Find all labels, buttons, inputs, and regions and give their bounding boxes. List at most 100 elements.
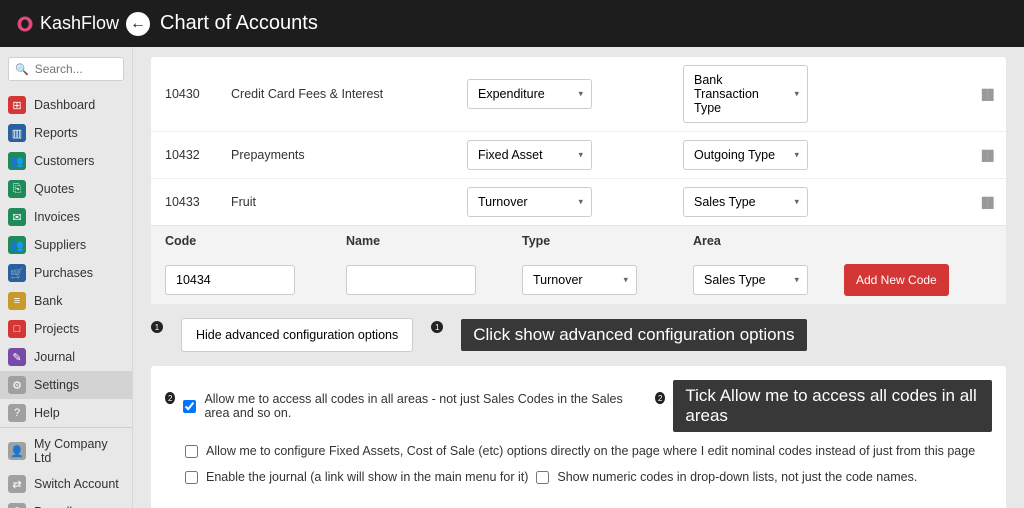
annotation-num-1b: 1 [431, 321, 443, 333]
switch account-icon: ⇄ [8, 475, 26, 493]
sidebar-item-suppliers[interactable]: 👥 Suppliers [0, 231, 132, 259]
row-area-select[interactable]: Outgoing Type [683, 140, 808, 170]
payroll-icon: $ [8, 503, 26, 508]
checkbox-configure-fixed-assets-label: Allow me to configure Fixed Assets, Cost… [206, 444, 975, 458]
sidebar-item-settings[interactable]: ⚙ Settings [0, 371, 132, 399]
sidebar-label: Customers [34, 154, 94, 168]
row-reorder-icon[interactable]: ▮▮ [899, 145, 992, 165]
checkbox-configure-fixed-assets[interactable] [185, 445, 198, 458]
sidebar-label: Reports [34, 126, 78, 140]
sidebar-item-journal[interactable]: ✎ Journal [0, 343, 132, 371]
search-input[interactable] [35, 62, 117, 76]
col-code: Code [165, 234, 340, 248]
main-content: 10430 Credit Card Fees & Interest Expend… [133, 47, 1024, 508]
row-reorder-icon[interactable]: ▮▮ [899, 84, 992, 104]
codes-table: 10430 Credit Card Fees & Interest Expend… [151, 57, 1006, 304]
row-type-select[interactable]: Expenditure [467, 79, 592, 109]
back-button[interactable]: ← [126, 12, 150, 36]
projects-icon: □ [8, 320, 26, 338]
sidebar-label: Suppliers [34, 238, 86, 252]
annotation-1: Click show advanced configuration option… [461, 319, 806, 351]
row-name: Prepayments [231, 148, 461, 162]
sidebar-label: Purchases [34, 266, 93, 280]
checkbox-all-codes-label: Allow me to access all codes in all area… [204, 392, 647, 420]
sidebar-label: Dashboard [34, 98, 95, 112]
sidebar-item-payroll[interactable]: $Payroll [0, 498, 132, 508]
sidebar-label: Quotes [34, 182, 74, 196]
reports-icon: ▥ [8, 124, 26, 142]
purchases-icon: 🛒 [8, 264, 26, 282]
table-row: 10433 Fruit Turnover Sales Type ▮▮ [151, 178, 1006, 225]
customers-icon: 👥 [8, 152, 26, 170]
kashflow-logo-icon [16, 15, 34, 33]
search-box[interactable]: 🔍 [8, 57, 124, 81]
sidebar-label: Help [34, 406, 60, 420]
table-row: 10430 Credit Card Fees & Interest Expend… [151, 57, 1006, 131]
row-code: 10433 [165, 195, 225, 209]
row-area-select[interactable]: Bank Transaction Type [683, 65, 808, 123]
row-code: 10430 [165, 87, 225, 101]
new-area-select[interactable]: Sales Type [693, 265, 808, 295]
dashboard-icon: ⊞ [8, 96, 26, 114]
add-new-code-button[interactable]: Add New Code [844, 264, 949, 296]
hide-advanced-options-button[interactable]: Hide advanced configuration options [181, 318, 413, 352]
sidebar-item-bank[interactable]: ≡ Bank [0, 287, 132, 315]
new-code-input[interactable] [165, 265, 295, 295]
row-type-select[interactable]: Turnover [467, 187, 592, 217]
row-code: 10432 [165, 148, 225, 162]
suppliers-icon: 👥 [8, 236, 26, 254]
help-icon: ? [8, 404, 26, 422]
journal-icon: ✎ [8, 348, 26, 366]
advanced-options-card: 2 Allow me to access all codes in all ar… [151, 366, 1006, 508]
sidebar-item-dashboard[interactable]: ⊞ Dashboard [0, 91, 132, 119]
row-type-select[interactable]: Fixed Asset [467, 140, 592, 170]
annotation-num-2a: 2 [165, 392, 175, 404]
sidebar-label: My Company Ltd [34, 437, 124, 465]
sidebar-item-switch-account[interactable]: ⇄ Switch Account [0, 470, 132, 498]
sidebar-item-my-company-ltd[interactable]: 👤 My Company Ltd [0, 432, 132, 470]
checkbox-enable-journal-label: Enable the journal (a link will show in … [206, 470, 528, 484]
brand-label: KashFlow [40, 13, 119, 34]
bank-icon: ≡ [8, 292, 26, 310]
sidebar-item-help[interactable]: ? Help [0, 399, 132, 427]
col-area: Area [693, 234, 838, 248]
annotation-num-1a: 1 [151, 321, 163, 333]
sidebar-label: Switch Account [34, 477, 119, 491]
table-row: 10432 Prepayments Fixed Asset Outgoing T… [151, 131, 1006, 178]
sidebar-item-quotes[interactable]: ⎘ Quotes [0, 175, 132, 203]
sidebar-item-customers[interactable]: 👥 Customers [0, 147, 132, 175]
my company ltd-icon: 👤 [8, 442, 26, 460]
new-name-input[interactable] [346, 265, 476, 295]
settings-icon: ⚙ [8, 376, 26, 394]
checkbox-enable-journal[interactable] [185, 471, 198, 484]
sidebar-item-reports[interactable]: ▥ Reports [0, 119, 132, 147]
row-name: Fruit [231, 195, 461, 209]
sidebar: 🔍 ⊞ Dashboard ▥ Reports 👥 Customers ⎘ Quotes ✉ In… [0, 47, 133, 508]
row-reorder-icon[interactable]: ▮▮ [899, 192, 992, 212]
sidebar-item-invoices[interactable]: ✉ Invoices [0, 203, 132, 231]
row-name: Credit Card Fees & Interest [231, 87, 461, 101]
sidebar-label: Invoices [34, 210, 80, 224]
row-area-select[interactable]: Sales Type [683, 187, 808, 217]
sidebar-label: Journal [34, 350, 75, 364]
sidebar-label: Settings [34, 378, 79, 392]
col-type: Type [522, 234, 687, 248]
checkbox-show-numeric-codes-label: Show numeric codes in drop-down lists, n… [557, 470, 917, 484]
checkbox-show-numeric-codes[interactable] [536, 471, 549, 484]
checkbox-all-codes-all-areas[interactable] [183, 400, 196, 413]
sidebar-item-purchases[interactable]: 🛒 Purchases [0, 259, 132, 287]
page-title: Chart of Accounts [160, 12, 318, 35]
brand: KashFlow [16, 13, 126, 34]
quotes-icon: ⎘ [8, 180, 26, 198]
sidebar-label: Projects [34, 322, 79, 336]
search-icon: 🔍 [15, 63, 29, 76]
new-code-header: Code Name Type Area [151, 225, 1006, 256]
invoices-icon: ✉ [8, 208, 26, 226]
annotation-num-2b: 2 [655, 392, 665, 404]
sidebar-item-projects[interactable]: □ Projects [0, 315, 132, 343]
new-type-select[interactable]: Turnover [522, 265, 637, 295]
new-code-row: Turnover Sales Type Add New Code [151, 256, 1006, 304]
annotation-2: Tick Allow me to access all codes in all… [673, 380, 992, 432]
col-name: Name [346, 234, 516, 248]
sidebar-label: Bank [34, 294, 63, 308]
